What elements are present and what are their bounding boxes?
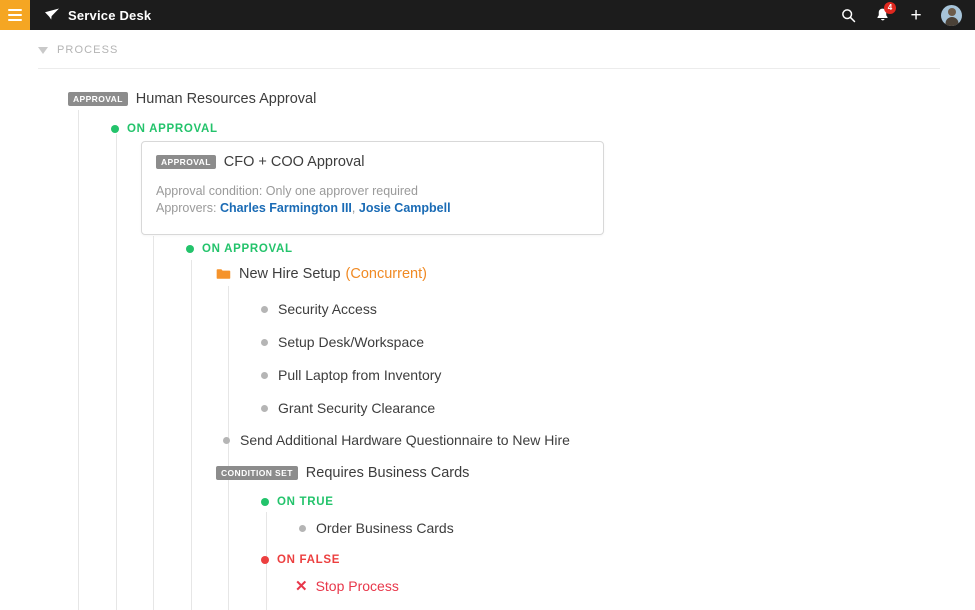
tree-connector-line: [78, 110, 79, 610]
task-label: Send Additional Hardware Questionnaire t…: [240, 432, 570, 448]
card-body: Approval condition: Only one approver re…: [156, 183, 589, 217]
task-label: Order Business Cards: [316, 520, 454, 536]
task-label: Grant Security Clearance: [278, 400, 435, 416]
node-title: Requires Business Cards: [306, 465, 470, 481]
branch-label: ON APPROVAL: [202, 243, 293, 255]
task-item-send-questionnaire[interactable]: Send Additional Hardware Questionnaire t…: [223, 432, 570, 448]
tree-connector-line: [228, 286, 229, 610]
process-tree: APPROVAL Human Resources Approval ON APP…: [0, 0, 975, 610]
bullet-dot-icon: [261, 306, 268, 313]
group-mode-label: (Concurrent): [346, 266, 427, 282]
branch-on-approval-1[interactable]: ON APPROVAL: [111, 123, 218, 135]
approvers-label: Approvers:: [156, 201, 216, 215]
green-dot-icon: [186, 245, 194, 253]
node-title: Human Resources Approval: [136, 91, 317, 107]
branch-on-false[interactable]: ON FALSE: [261, 554, 340, 566]
bullet-dot-icon: [299, 525, 306, 532]
approvers-separator: ,: [352, 201, 355, 215]
process-node-task-group[interactable]: New Hire Setup (Concurrent): [216, 266, 427, 282]
node-type-badge: APPROVAL: [68, 92, 128, 106]
tree-connector-line: [153, 236, 154, 610]
branch-label: ON FALSE: [277, 554, 340, 566]
bullet-dot-icon: [261, 372, 268, 379]
x-icon: ✕: [295, 579, 308, 594]
task-item-order-business-cards[interactable]: Order Business Cards: [299, 520, 454, 536]
card-title: CFO + COO Approval: [224, 154, 365, 170]
node-type-badge: CONDITION SET: [216, 466, 298, 480]
bullet-dot-icon: [261, 405, 268, 412]
green-dot-icon: [261, 498, 269, 506]
node-type-badge: APPROVAL: [156, 155, 216, 169]
action-stop-process[interactable]: ✕ Stop Process: [295, 578, 399, 594]
task-label: Setup Desk/Workspace: [278, 334, 424, 350]
stop-process-label: Stop Process: [316, 578, 399, 594]
task-item-security-access[interactable]: Security Access: [261, 301, 377, 317]
branch-on-true[interactable]: ON TRUE: [261, 496, 334, 508]
bullet-dot-icon: [223, 437, 230, 444]
process-node-root-approval[interactable]: APPROVAL Human Resources Approval: [68, 91, 316, 107]
folder-icon: [216, 268, 231, 280]
task-item-grant-clearance[interactable]: Grant Security Clearance: [261, 400, 435, 416]
task-label: Security Access: [278, 301, 377, 317]
branch-label: ON TRUE: [277, 496, 334, 508]
task-label: Pull Laptop from Inventory: [278, 367, 441, 383]
approvers-row: Approvers: Charles Farmington III, Josie…: [156, 200, 589, 217]
task-item-pull-laptop[interactable]: Pull Laptop from Inventory: [261, 367, 441, 383]
task-item-setup-desk[interactable]: Setup Desk/Workspace: [261, 334, 424, 350]
green-dot-icon: [111, 125, 119, 133]
process-node-condition-set[interactable]: CONDITION SET Requires Business Cards: [216, 465, 469, 481]
card-header: APPROVAL CFO + COO Approval: [156, 154, 589, 170]
branch-on-approval-2[interactable]: ON APPROVAL: [186, 243, 293, 255]
tree-connector-line: [191, 260, 192, 610]
approver-link-2[interactable]: Josie Campbell: [359, 201, 451, 215]
approval-condition-text: Approval condition: Only one approver re…: [156, 183, 589, 200]
bullet-dot-icon: [261, 339, 268, 346]
node-title: New Hire Setup: [239, 266, 341, 282]
approval-detail-card[interactable]: APPROVAL CFO + COO Approval Approval con…: [141, 141, 604, 235]
red-dot-icon: [261, 556, 269, 564]
branch-label: ON APPROVAL: [127, 123, 218, 135]
tree-connector-line: [116, 134, 117, 610]
approver-link-1[interactable]: Charles Farmington III: [220, 201, 352, 215]
